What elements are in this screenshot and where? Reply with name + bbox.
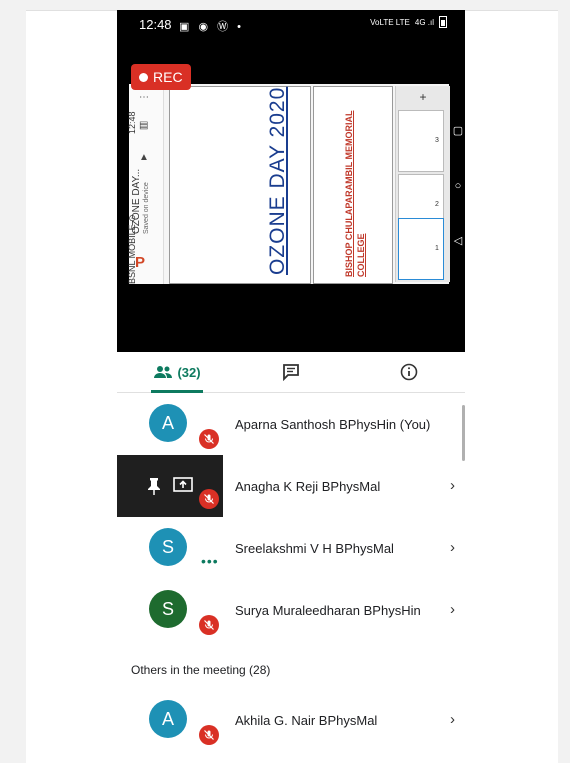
chevron-right-icon[interactable]: › xyxy=(450,477,455,494)
more-icon: ⋯ xyxy=(139,92,149,103)
slide1-title: OZONE DAY 2020 xyxy=(266,86,289,275)
slide2-title-line1: BISHOP CHULAPARAMBIL MEMORIAL xyxy=(344,110,354,278)
speaking-indicator-icon: ••• xyxy=(201,553,219,569)
add-slide-icon: + xyxy=(419,90,427,104)
recording-badge: REC xyxy=(131,64,191,90)
avatar: A xyxy=(149,700,187,738)
info-icon xyxy=(400,363,418,381)
participant-name: Sreelakshmi V H BPhysMal xyxy=(235,541,394,556)
others-section-header: Others in the meeting (28) xyxy=(131,663,271,677)
avatar: S xyxy=(149,590,187,628)
slide2-title-line2: COLLEGE xyxy=(356,233,366,277)
device-navbar: ▢ ○ ◁ xyxy=(451,84,465,284)
tab-info[interactable] xyxy=(393,352,425,392)
mic-off-icon xyxy=(199,615,219,635)
back-icon: ◁ xyxy=(453,235,463,247)
thumbnail-3: 3 xyxy=(398,110,444,172)
status-bar: 12:48 ▣ ◉ Ⓦ • VoLTE LTE 4G .ıl xyxy=(117,10,465,40)
status-time: 12:48 xyxy=(139,17,172,32)
chevron-right-icon[interactable]: › xyxy=(450,711,455,728)
participant-row[interactable]: A Akhila G. Nair BPhysMal › xyxy=(117,689,465,749)
carrier-label: BSNL MOBILE ⊙ xyxy=(127,214,137,284)
people-count: (32) xyxy=(177,364,201,380)
participant-name: Anagha K Reji BPhysMal xyxy=(235,479,381,494)
participant-name: Akhila G. Nair BPhysMal xyxy=(235,713,378,728)
tab-people[interactable]: (32) xyxy=(147,352,207,393)
screen-share-icon[interactable] xyxy=(173,477,193,498)
slides-icon: ▤ xyxy=(139,120,149,131)
mic-off-icon xyxy=(199,429,219,449)
phone-screen: 12:48 ▣ ◉ Ⓦ • VoLTE LTE 4G .ıl ⋯ ▤ ▲ OZO… xyxy=(117,10,465,750)
recording-label: REC xyxy=(153,69,183,85)
chat-icon xyxy=(283,364,299,381)
recents-icon: ▢ xyxy=(452,125,464,137)
slide-ozone-day: OZONE DAY 2020 xyxy=(169,86,311,284)
participant-name: Surya Muraleedharan BPhysHin xyxy=(235,603,421,618)
record-icon xyxy=(139,72,148,82)
chevron-right-icon[interactable]: › xyxy=(450,539,455,556)
slide-college: BISHOP CHULAPARAMBIL MEMORIAL COLLEGE xyxy=(313,86,393,284)
notification-icons: ▣ ◉ Ⓦ • xyxy=(179,21,245,33)
meeting-tabs: (32) xyxy=(117,352,465,393)
play-icon: ▲ xyxy=(139,152,149,163)
participant-row[interactable]: Anagha K Reji BPhysMal › xyxy=(117,455,465,517)
home-icon: ○ xyxy=(454,180,462,192)
status-right: VoLTE LTE 4G .ıl xyxy=(370,16,447,28)
pin-icon[interactable] xyxy=(147,477,161,500)
network-indicator: VoLTE LTE xyxy=(370,17,410,27)
mic-off-icon xyxy=(199,489,219,509)
participant-row[interactable]: S Surya Muraleedharan BPhysHin › xyxy=(117,579,465,639)
save-status: Saved on device xyxy=(143,182,150,234)
participant-name: Aparna Santhosh BPhysHin (You) xyxy=(235,417,431,432)
thumbnail-1: 1 xyxy=(398,218,444,280)
people-icon xyxy=(154,366,173,378)
shared-screen-view[interactable]: ⋯ ▤ ▲ OZONE DAY... Saved on device P BSN… xyxy=(117,40,465,352)
slide-thumbnails: + 3 2 1 xyxy=(395,86,450,282)
participant-row[interactable]: A Aparna Santhosh BPhysHin (You) xyxy=(117,393,465,453)
presentation-sidebar: ⋯ ▤ ▲ OZONE DAY... Saved on device P BSN… xyxy=(127,84,164,284)
tab-chat[interactable] xyxy=(275,352,307,392)
mic-off-icon xyxy=(199,725,219,745)
presentation-screen: ⋯ ▤ ▲ OZONE DAY... Saved on device P BSN… xyxy=(127,84,450,284)
battery-icon xyxy=(439,16,447,28)
avatar: S xyxy=(149,528,187,566)
participant-list[interactable]: A Aparna Santhosh BPhysHin (You) Anagha … xyxy=(117,393,465,750)
device-time: 12:48 xyxy=(127,111,137,134)
participant-row[interactable]: S ••• Sreelakshmi V H BPhysMal › xyxy=(117,517,465,577)
signal-icon: 4G .ıl xyxy=(414,17,434,27)
chevron-right-icon[interactable]: › xyxy=(450,601,455,618)
avatar: A xyxy=(149,404,187,442)
